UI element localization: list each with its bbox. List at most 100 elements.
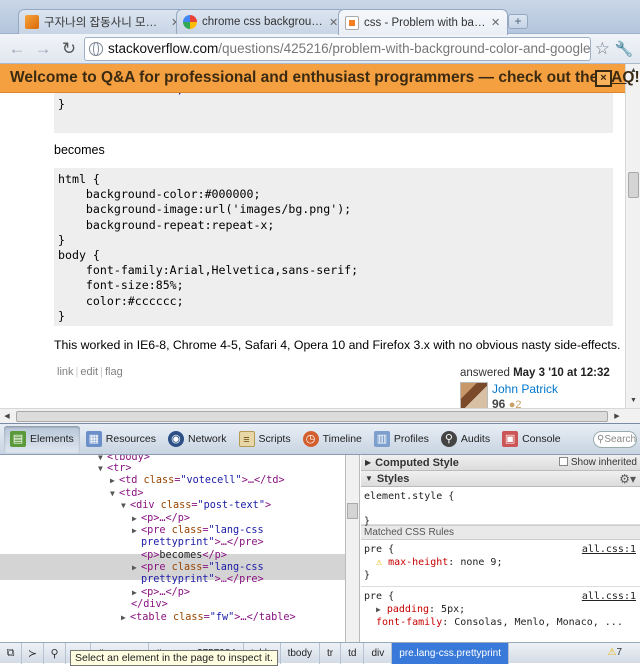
profiles-icon: ▥: [373, 431, 390, 447]
breadcrumb[interactable]: tbody: [281, 642, 321, 664]
styles-header[interactable]: ▼ Styles ⚙▾: [361, 471, 640, 487]
page-vertical-scrollbar[interactable]: ▲ ▼: [625, 64, 640, 408]
devtools-search-input[interactable]: ⚲Search: [593, 431, 637, 448]
scroll-thumb[interactable]: [16, 411, 608, 422]
compatibility-note: This worked in IE6-8, Chrome 4-5, Safari…: [54, 338, 621, 352]
inspect-tooltip: Select an element in the page to inspect…: [70, 650, 278, 666]
tab-label: css - Problem with back...: [364, 16, 486, 29]
stylesheet-link[interactable]: all.css:1: [582, 543, 636, 556]
tab-google-search[interactable]: chrome css background-... ✕: [176, 9, 346, 34]
notify-close-button[interactable]: ×: [595, 70, 612, 87]
post-edit[interactable]: edit: [80, 366, 98, 378]
css-rule[interactable]: pre { all.css:1 ⚠ max-height: none 9; }: [361, 540, 640, 587]
dock-icon[interactable]: ⧉: [0, 642, 22, 664]
dom-tree[interactable]: ▼ <tbody> ▼ <tr> ▶ <td class="votecell">…</…: [0, 455, 346, 642]
code-line: font-size:85%;: [58, 278, 184, 293]
code-line: background-image:url('images/bg.png');: [58, 202, 352, 217]
scroll-down-arrow-icon[interactable]: ▼: [626, 394, 640, 408]
post-flag[interactable]: flag: [105, 366, 123, 378]
tab-console[interactable]: ▣ Console: [496, 426, 567, 453]
dom-node[interactable]: ▶ <p>…</p>: [132, 513, 190, 526]
dom-node[interactable]: ▼ <div class="post-text">: [121, 500, 271, 513]
stylesheet-link[interactable]: all.css:1: [582, 590, 636, 603]
computed-style-header[interactable]: ▶ Computed Style Show inherited: [361, 455, 640, 471]
tab-stackoverflow[interactable]: css - Problem with back... ✕: [338, 9, 508, 35]
tab-audits[interactable]: ⚲ Audits: [435, 426, 496, 453]
gear-icon[interactable]: ⚙▾: [619, 472, 640, 486]
reload-icon[interactable]: ↻: [58, 38, 80, 60]
dom-tree-scrollbar[interactable]: [346, 455, 360, 642]
devtools-panel: ▤ Elements ▦ Resources ◉ Network ≡ Scripts ◷…: [0, 423, 640, 671]
dom-node[interactable]: ▶ <pre class="lang-css: [132, 525, 264, 538]
breadcrumb[interactable]: tr: [320, 642, 342, 664]
post-menu: link | edit | flag: [57, 366, 123, 378]
user-card: answered May 3 '10 at 12:32 John Patrick…: [460, 367, 620, 408]
code-line: font-family:Arial,Helvetica,sans-serif;: [58, 263, 359, 278]
address-bar[interactable]: stackoverflow.com/questions/425216/probl…: [84, 36, 591, 61]
timeline-icon: ◷: [302, 431, 319, 447]
tab-profiles[interactable]: ▥ Profiles: [368, 426, 435, 453]
globe-icon: [89, 41, 103, 56]
network-icon: ◉: [167, 431, 184, 447]
scroll-thumb[interactable]: [347, 503, 358, 519]
inspect-search-icon[interactable]: ⚲: [44, 642, 66, 664]
forward-arrow-icon[interactable]: →: [32, 38, 54, 60]
dom-node[interactable]: ▶ <table class="fw">…</table>: [121, 612, 296, 625]
user-name[interactable]: John Patrick: [492, 382, 558, 396]
badge-count: 2: [515, 399, 522, 408]
dom-node[interactable]: ▼ <tr>: [98, 463, 132, 476]
tab-network[interactable]: ◉ Network: [162, 426, 233, 453]
stackoverflow-favicon-icon: [345, 15, 359, 30]
code-line: background-repeat:repeat-x;: [58, 217, 275, 232]
code-line: html {: [58, 172, 100, 186]
expand-triangle-icon: ▶: [376, 605, 381, 614]
wrench-menu-icon[interactable]: 🔧: [614, 40, 634, 58]
new-tab-button[interactable]: +: [508, 14, 528, 29]
collapse-triangle-icon: ▼: [365, 474, 373, 483]
breadcrumb-selected[interactable]: pre.lang-css.prettyprint: [392, 642, 509, 664]
post-link[interactable]: link: [57, 366, 74, 378]
tab-timeline[interactable]: ◷ Timeline: [297, 426, 368, 453]
breadcrumb[interactable]: div: [364, 642, 393, 664]
element-style-rule[interactable]: element.style { }: [361, 487, 640, 527]
page-viewport: Welcome to Q&A for professional and enth…: [0, 64, 640, 408]
dom-node[interactable]: </div>: [131, 599, 168, 612]
checkbox[interactable]: [559, 457, 569, 466]
browser-toolbar: ← → ↻ stackoverflow.com/questions/425216…: [0, 34, 640, 64]
scroll-right-arrow-icon[interactable]: ▶: [610, 409, 624, 424]
css-rule[interactable]: pre { all.css:1 ▶ padding: 5px; font-fam…: [361, 587, 640, 633]
google-favicon-icon: [183, 15, 197, 29]
answer-date: May 3 '10 at 12:32: [513, 367, 610, 379]
dom-node-selected[interactable]: ▶ <pre class="lang-css: [132, 562, 264, 575]
tab-scripts[interactable]: ≡ Scripts: [233, 426, 297, 453]
warning-count[interactable]: ⚠7: [607, 647, 622, 658]
avatar[interactable]: [460, 382, 488, 408]
code-line: }: [58, 97, 65, 112]
bookmark-star-icon[interactable]: ☆: [595, 39, 610, 59]
breadcrumb[interactable]: td: [341, 642, 365, 664]
warning-icon: ⚠: [376, 557, 383, 568]
tab-resources[interactable]: ▦ Resources: [80, 426, 162, 453]
code-line: }: [58, 308, 65, 323]
back-arrow-icon[interactable]: ←: [6, 38, 28, 60]
show-inherited-toggle[interactable]: Show inherited: [559, 457, 640, 468]
dom-node[interactable]: ▶ <td class="votecell">…</td>: [110, 475, 285, 488]
code-line: body {: [58, 248, 100, 263]
code-block-main: html { background-color:#000000; backgro…: [54, 168, 613, 326]
dom-node[interactable]: ▶ <p>…</p>: [132, 587, 190, 600]
dom-node[interactable]: <p>becomes</p>: [141, 550, 227, 563]
console-toggle-icon[interactable]: ≻: [22, 642, 44, 664]
tab-elements[interactable]: ▤ Elements: [4, 425, 80, 453]
scroll-left-arrow-icon[interactable]: ◀: [0, 409, 14, 424]
tab-label: 구자나의 잡동사니 모음 ...: [44, 17, 166, 29]
tab-blog[interactable]: 구자나의 잡동사니 모음 ... ✕: [18, 9, 188, 34]
scroll-thumb[interactable]: [628, 172, 639, 198]
notify-bar: Welcome to Q&A for professional and enth…: [0, 64, 640, 93]
notify-message: Welcome to Q&A for professional and enth…: [10, 69, 603, 86]
page-horizontal-scrollbar[interactable]: ◀ ▶: [0, 408, 640, 423]
expand-triangle-icon: ▶: [365, 458, 372, 467]
dom-node[interactable]: ▼ <td>: [110, 488, 144, 501]
reputation: 96 ●2: [492, 397, 521, 408]
resources-icon: ▦: [85, 431, 102, 447]
tab-close-icon[interactable]: ✕: [491, 16, 501, 29]
